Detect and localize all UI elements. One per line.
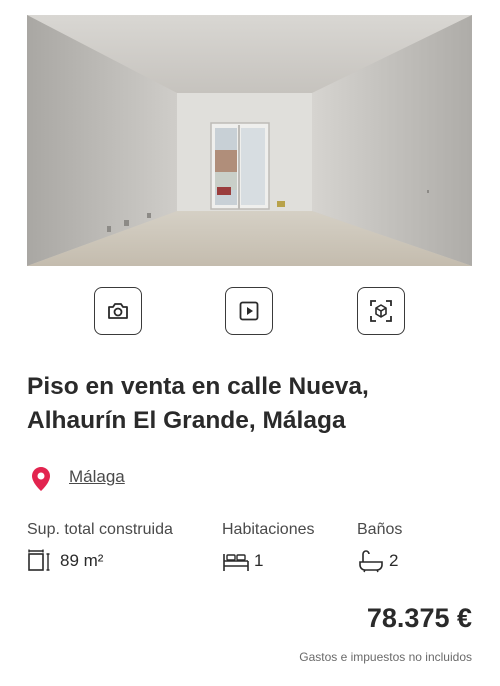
title-line-2: Alhaurín El Grande, Málaga bbox=[27, 407, 346, 434]
rooms-label: Habitaciones bbox=[222, 521, 315, 538]
virtual-tour-button[interactable] bbox=[357, 287, 405, 335]
map-pin-icon bbox=[32, 467, 50, 491]
location-link[interactable]: Málaga bbox=[69, 467, 125, 487]
baths-label: Baños bbox=[357, 521, 403, 538]
area-value: 89 m² bbox=[60, 551, 104, 570]
play-icon bbox=[239, 301, 259, 321]
listing-title[interactable]: Piso en venta en calle Nueva, Alhaurín E… bbox=[27, 370, 477, 438]
3d-cube-icon bbox=[370, 300, 392, 322]
title-line-1: Piso en venta en calle Nueva, bbox=[27, 373, 369, 400]
price-note: Gastos e impuestos no incluidos bbox=[299, 650, 472, 664]
baths-value: 2 bbox=[389, 551, 399, 570]
camera-icon bbox=[108, 303, 128, 319]
bathtub-icon bbox=[359, 550, 383, 573]
rooms-value: 1 bbox=[254, 551, 264, 570]
price: 78.375 € bbox=[366, 603, 472, 633]
floor-area-icon bbox=[28, 549, 50, 571]
video-button[interactable] bbox=[225, 287, 273, 335]
bed-icon bbox=[223, 554, 249, 571]
photos-button[interactable] bbox=[94, 287, 142, 335]
area-label: Sup. total construida bbox=[27, 521, 173, 538]
property-photo[interactable] bbox=[27, 15, 472, 266]
property-card[interactable]: Piso en venta en calle Nueva, Alhaurín E… bbox=[0, 0, 500, 686]
room-image bbox=[27, 15, 472, 266]
